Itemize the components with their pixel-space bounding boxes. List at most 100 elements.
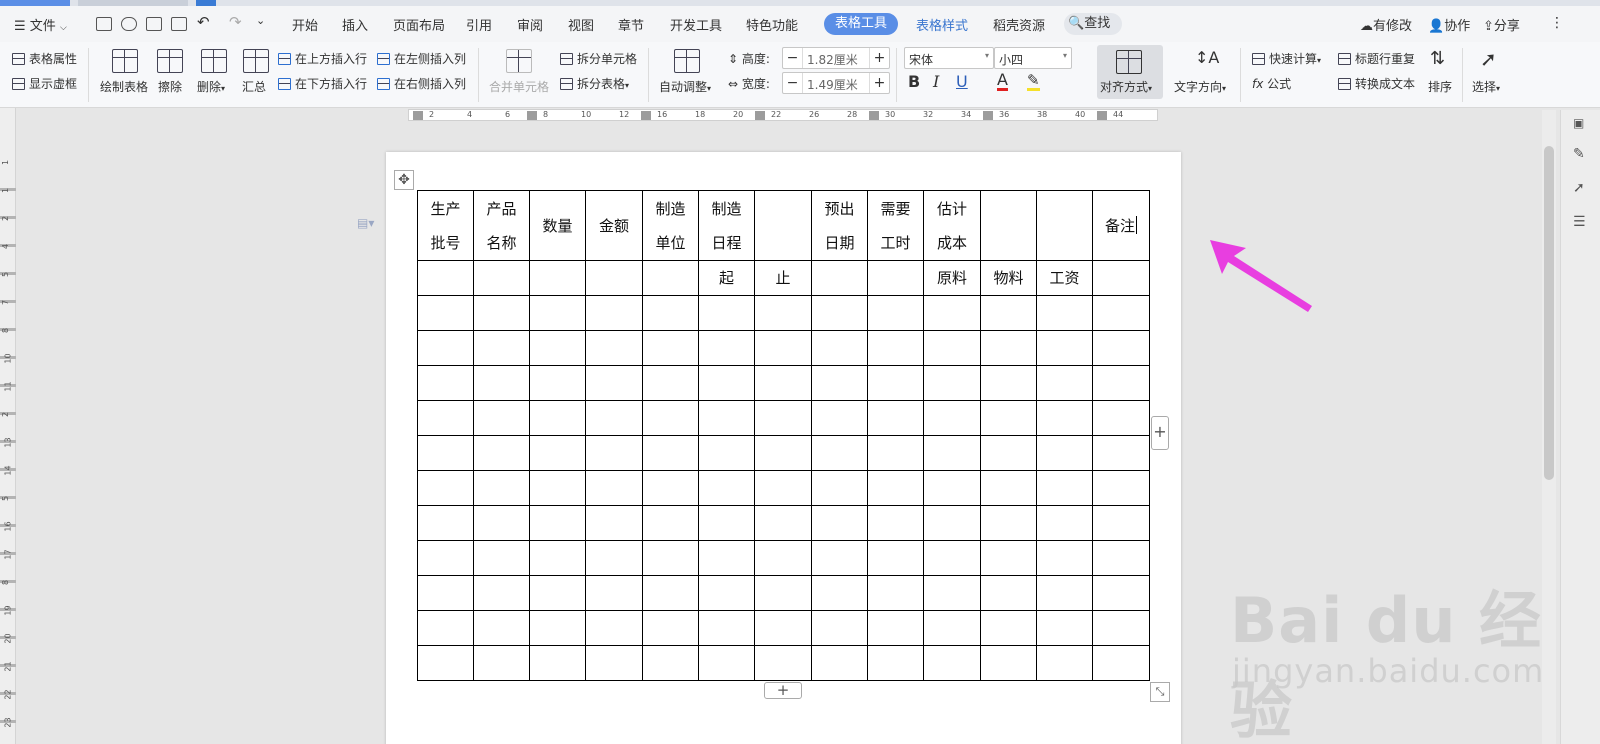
table-cell[interactable] (980, 295, 1037, 331)
table-cell[interactable] (642, 470, 699, 506)
table-cell[interactable] (980, 610, 1037, 646)
table-subheader-cell[interactable] (529, 260, 586, 296)
table-subheader-cell[interactable]: 物料 (980, 260, 1037, 296)
table-cell[interactable] (529, 400, 586, 436)
table-header-cell[interactable]: 预出 日期 (811, 190, 868, 261)
add-row-button[interactable]: + (764, 682, 802, 699)
table-cell[interactable] (1036, 400, 1093, 436)
table-cell[interactable] (473, 575, 530, 611)
table-cell[interactable] (529, 295, 586, 331)
increase-height-button[interactable]: + (869, 48, 889, 68)
table-cell[interactable] (867, 470, 924, 506)
table-header-cell[interactable]: 制造 日程 (698, 190, 755, 261)
table-cell[interactable] (585, 575, 643, 611)
table-cell[interactable] (529, 435, 586, 471)
text-direction-button[interactable]: 文字方向▾ (1174, 78, 1226, 95)
table-cell[interactable] (754, 575, 812, 611)
table-cell[interactable] (754, 435, 812, 471)
table-cell[interactable] (923, 540, 981, 576)
table-cell[interactable] (1036, 330, 1093, 366)
select-button[interactable]: 选择▾ (1472, 78, 1500, 95)
table-cell[interactable] (754, 610, 812, 646)
table-cell[interactable] (529, 645, 586, 681)
table-cell[interactable] (754, 540, 812, 576)
tab-docer-resources[interactable]: 稻壳资源 (993, 15, 1045, 34)
select-pointer-icon[interactable]: ➚ (1573, 180, 1589, 196)
table-cell[interactable] (980, 645, 1037, 681)
scrollbar-thumb[interactable] (1544, 146, 1554, 480)
table-cell[interactable] (867, 400, 924, 436)
table-cell[interactable] (698, 330, 755, 366)
tab-reference[interactable]: 引用 (466, 15, 492, 34)
table-header-cell[interactable] (980, 190, 1037, 261)
table-cell[interactable] (529, 575, 586, 611)
table-cell[interactable] (811, 365, 868, 401)
table-cell[interactable] (473, 295, 530, 331)
tab-developer[interactable]: 开发工具 (670, 15, 722, 34)
document-table[interactable]: 生产 批号 产品 名称 数量 金额 制造 单位 制造 日程 预出 日期 需要 工时 估计 成本 备注起止原料 物料… (417, 190, 1150, 681)
more-options-icon[interactable]: ⋮ (1550, 15, 1564, 31)
table-header-cell[interactable]: 需要 工时 (867, 190, 924, 261)
table-cell[interactable] (585, 295, 643, 331)
table-cell[interactable] (754, 365, 812, 401)
table-cell[interactable] (529, 540, 586, 576)
collaborate-button[interactable]: 👤协作 (1428, 15, 1470, 34)
align-button[interactable]: 对齐方式▾ (1100, 78, 1152, 95)
table-cell[interactable] (1092, 295, 1150, 331)
table-cell[interactable] (754, 295, 812, 331)
save-icon[interactable] (96, 17, 112, 31)
table-cell[interactable] (867, 505, 924, 541)
table-cell[interactable] (1092, 610, 1150, 646)
table-cell[interactable] (923, 645, 981, 681)
table-cell[interactable] (811, 575, 868, 611)
table-cell[interactable] (867, 540, 924, 576)
table-cell[interactable] (1036, 365, 1093, 401)
table-cell[interactable] (923, 330, 981, 366)
table-cell[interactable] (980, 540, 1037, 576)
table-cell[interactable] (754, 330, 812, 366)
table-cell[interactable] (585, 645, 643, 681)
table-cell[interactable] (1036, 540, 1093, 576)
table-cell[interactable] (867, 295, 924, 331)
table-resize-handle[interactable]: ⤡ (1150, 682, 1170, 702)
table-cell[interactable] (867, 365, 924, 401)
table-cell[interactable] (417, 575, 474, 611)
table-cell[interactable] (923, 470, 981, 506)
table-cell[interactable] (585, 435, 643, 471)
table-cell[interactable] (980, 330, 1037, 366)
table-cell[interactable] (642, 540, 699, 576)
table-cell[interactable] (1092, 365, 1150, 401)
table-subheader-cell[interactable] (585, 260, 643, 296)
table-cell[interactable] (473, 610, 530, 646)
edit-icon[interactable]: ✎ (1573, 146, 1589, 162)
print-preview-icon[interactable] (171, 17, 187, 31)
table-cell[interactable] (1036, 645, 1093, 681)
table-cell[interactable] (811, 610, 868, 646)
split-cells-button[interactable]: 拆分单元格 (560, 50, 637, 67)
table-subheader-cell[interactable] (1092, 260, 1150, 296)
table-cell[interactable] (1036, 435, 1093, 471)
table-cell[interactable] (642, 575, 699, 611)
decrease-height-button[interactable]: − (783, 48, 803, 68)
table-cell[interactable] (642, 645, 699, 681)
italic-icon[interactable]: I (933, 72, 939, 91)
convert-to-text-button[interactable]: 转换成文本 (1338, 75, 1415, 92)
table-cell[interactable] (642, 435, 699, 471)
table-header-cell[interactable]: 金额 (585, 190, 643, 261)
table-cell[interactable] (1092, 575, 1150, 611)
sort-button[interactable]: 排序 (1428, 78, 1452, 95)
settings-sliders-icon[interactable]: ☰ (1573, 214, 1589, 230)
table-header-cell[interactable] (1036, 190, 1093, 261)
table-cell[interactable] (1036, 575, 1093, 611)
table-subheader-cell[interactable]: 起 (698, 260, 755, 296)
table-cell[interactable] (1092, 540, 1150, 576)
table-subheader-cell[interactable] (811, 260, 868, 296)
table-subheader-cell[interactable] (867, 260, 924, 296)
tab-table-style[interactable]: 表格样式 (916, 15, 968, 34)
table-cell[interactable] (642, 295, 699, 331)
table-cell[interactable] (980, 365, 1037, 401)
tab-insert[interactable]: 插入 (342, 15, 368, 34)
tab-view[interactable]: 视图 (568, 15, 594, 34)
table-cell[interactable] (417, 505, 474, 541)
customize-quick-access-icon[interactable]: ⌄ (256, 14, 265, 27)
